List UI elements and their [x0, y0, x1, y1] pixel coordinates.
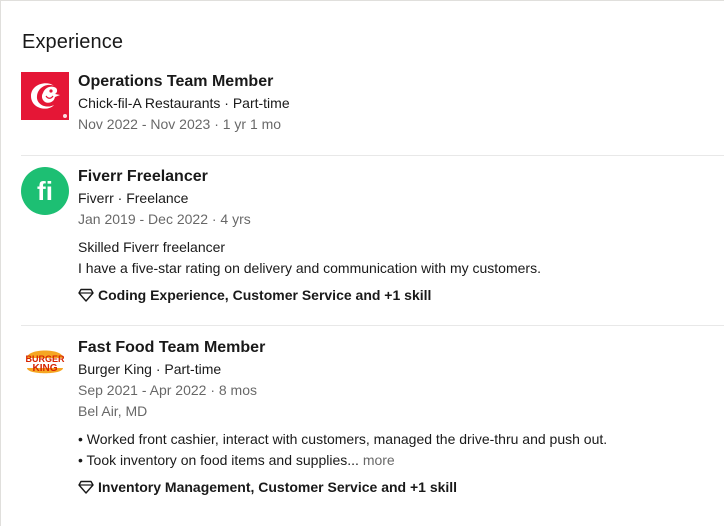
- job-title[interactable]: Operations Team Member: [78, 72, 724, 92]
- burger-king-logo-icon[interactable]: BURGER KING: [21, 338, 69, 386]
- section-title: Experience: [22, 31, 124, 53]
- company-employment[interactable]: Chick-fil-A Restaurants · Part-time: [78, 93, 724, 113]
- experience-item: BURGER KING Fast Food Team Member Burger…: [21, 338, 724, 503]
- skills-link[interactable]: Inventory Management, Customer Service a…: [78, 477, 724, 497]
- description-line: I have a five-star rating on delivery an…: [78, 260, 541, 276]
- experience-card: Experience Operations Team Member Chick-…: [0, 0, 724, 526]
- description: Skilled Fiverr freelancer I have a five-…: [78, 237, 724, 279]
- description-line-truncated: • Took inventory on food items and suppl…: [78, 450, 724, 471]
- job-title[interactable]: Fiverr Freelancer: [78, 167, 724, 187]
- diamond-icon: [78, 480, 94, 494]
- skills-label: Coding Experience, Customer Service and …: [98, 287, 432, 303]
- diamond-icon: [78, 288, 94, 302]
- description-line: • Worked front cashier, interact with cu…: [78, 431, 608, 447]
- description: • Worked front cashier, interact with cu…: [78, 429, 724, 471]
- skills-link[interactable]: Coding Experience, Customer Service and …: [78, 285, 724, 305]
- date-range: Sep 2021 - Apr 2022 · 8 mos: [78, 382, 257, 398]
- job-title[interactable]: Fast Food Team Member: [78, 338, 724, 358]
- location: Bel Air, MD: [78, 403, 148, 419]
- divider: [21, 325, 724, 326]
- burger-king-logo-text-bottom: KING: [33, 363, 58, 374]
- skills-label: Inventory Management, Customer Service a…: [98, 479, 458, 495]
- company-employment[interactable]: Burger King · Part-time: [78, 359, 724, 379]
- description-text: • Took inventory on food items and suppl…: [78, 452, 359, 468]
- experience-item: Operations Team Member Chick-fil-A Resta…: [21, 72, 724, 142]
- company-employment[interactable]: Fiverr · Freelance: [78, 188, 724, 208]
- date-range: Jan 2019 - Dec 2022 · 4 yrs: [78, 211, 251, 227]
- experience-item: fi Fiverr Freelancer Fiverr · Freelance …: [21, 167, 724, 312]
- divider: [21, 155, 724, 156]
- description-line: Skilled Fiverr freelancer: [78, 239, 226, 255]
- see-more-link[interactable]: more: [363, 452, 395, 468]
- fiverr-logo-text: fi: [37, 176, 53, 206]
- date-range: Nov 2022 - Nov 2023 · 1 yr 1 mo: [78, 116, 282, 132]
- fiverr-logo-icon[interactable]: fi: [21, 167, 69, 215]
- chick-fil-a-logo-icon[interactable]: [21, 72, 69, 120]
